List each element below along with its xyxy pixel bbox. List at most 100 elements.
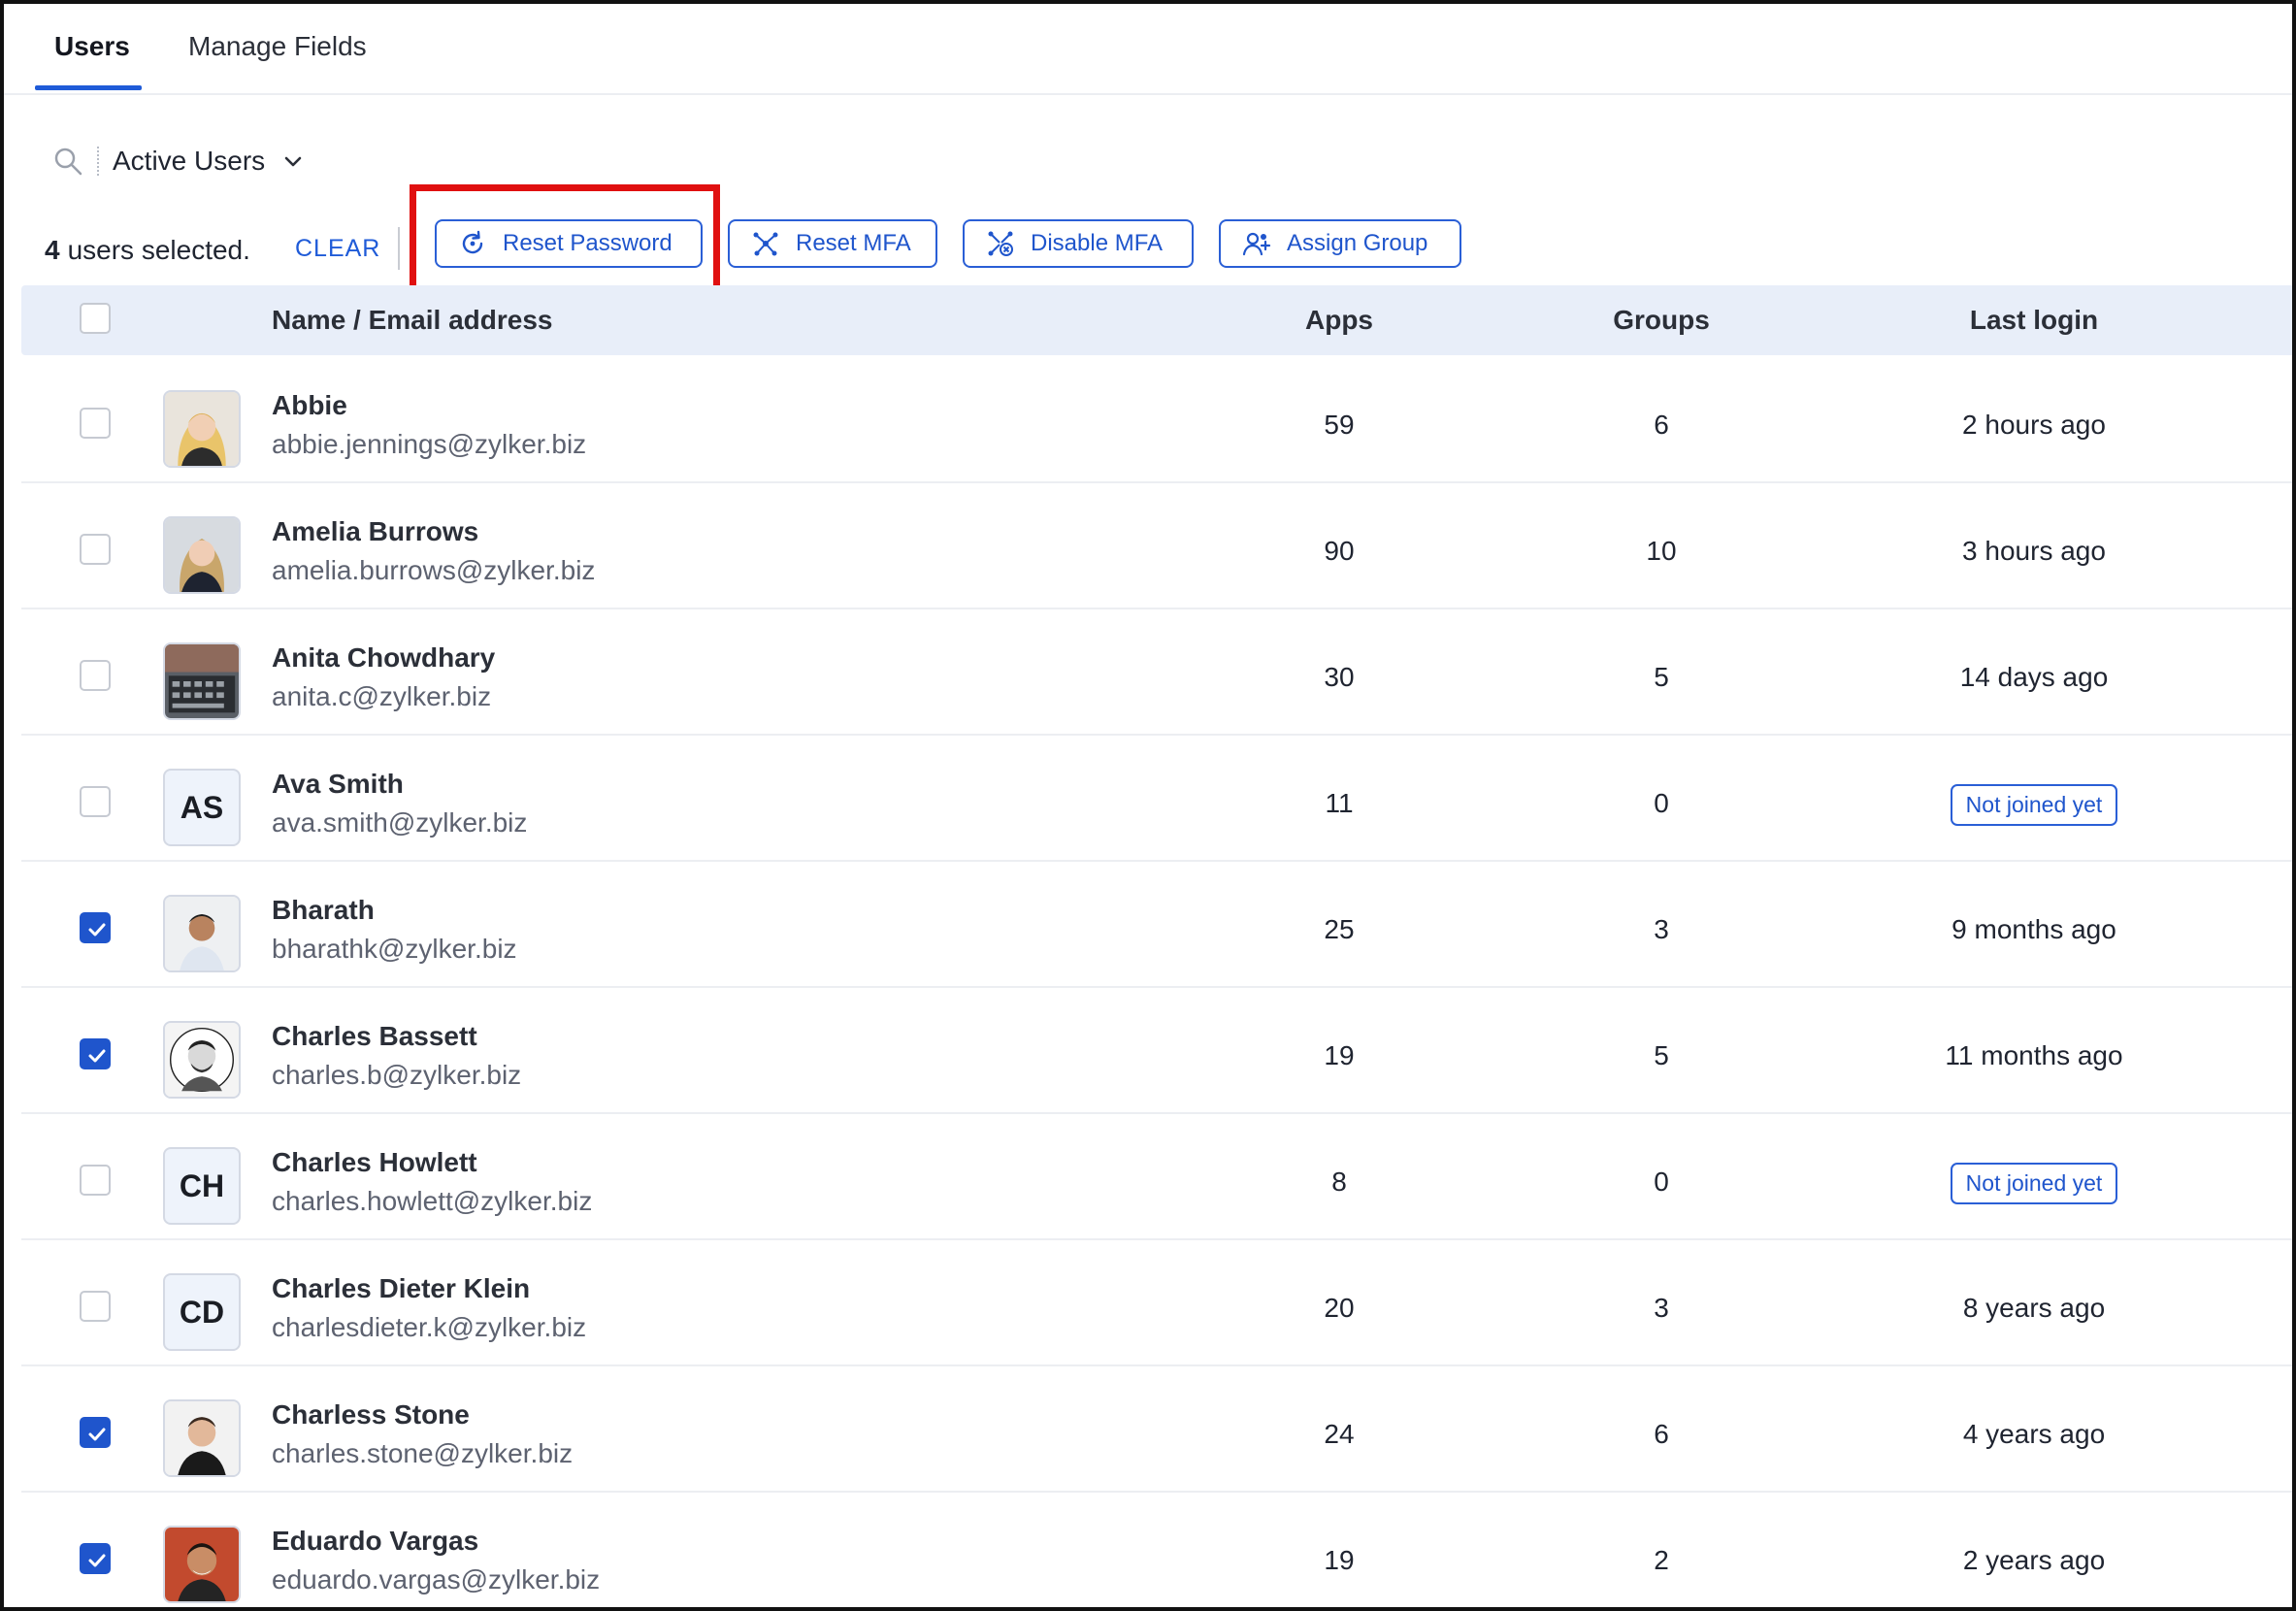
user-filter[interactable]: Active Users — [52, 140, 304, 182]
groups-count: 5 — [1654, 1040, 1669, 1070]
checkmark-icon — [88, 923, 106, 937]
last-login-cell: Not joined yet — [1888, 1163, 2180, 1204]
apps-count: 19 — [1324, 1545, 1355, 1575]
apps-count: 19 — [1324, 1040, 1355, 1070]
last-login: 3 hours ago — [1962, 536, 2106, 566]
tab-bar: Users Manage Fields — [4, 4, 2292, 95]
avatar: CH — [163, 1147, 241, 1225]
groups-count: 10 — [1646, 536, 1677, 566]
selected-text: users selected. — [67, 235, 250, 265]
user-email: charles.b@zylker.biz — [272, 1060, 522, 1090]
clear-selection-link[interactable]: CLEAR — [295, 235, 380, 263]
column-header-groups[interactable]: Groups — [1603, 305, 1720, 336]
assign-group-label: Assign Group — [1287, 230, 1428, 256]
active-tab-indicator — [35, 85, 142, 90]
avatar — [163, 642, 241, 720]
groups-count: 3 — [1654, 914, 1669, 944]
last-login-cell: Not joined yet — [1888, 784, 2180, 826]
user-email: bharathk@zylker.biz — [272, 934, 517, 964]
column-header-apps[interactable]: Apps — [1281, 305, 1397, 336]
toolbar-divider — [398, 227, 400, 270]
row-checkbox[interactable] — [80, 534, 111, 565]
reset-mfa-button[interactable]: Reset MFA — [728, 219, 937, 268]
table-header: Name / Email address Apps Groups Last lo… — [21, 285, 2292, 355]
user-name[interactable]: Abbie — [272, 390, 347, 421]
row-checkbox[interactable] — [80, 660, 111, 691]
last-login: 14 days ago — [1959, 662, 2109, 692]
user-name[interactable]: Charless Stone — [272, 1399, 470, 1430]
row-checkbox[interactable] — [80, 408, 111, 439]
tab-manage-fields[interactable]: Manage Fields — [188, 31, 367, 91]
user-name[interactable]: Ava Smith — [272, 769, 404, 800]
user-email: ava.smith@zylker.biz — [272, 807, 528, 838]
tab-users[interactable]: Users — [54, 31, 130, 91]
avatar — [163, 1526, 241, 1603]
user-email: eduardo.vargas@zylker.biz — [272, 1564, 601, 1595]
user-name[interactable]: Charles Bassett — [272, 1021, 477, 1052]
avatar — [163, 390, 241, 468]
last-login: 11 months ago — [1945, 1040, 2123, 1070]
table-row[interactable]: CD Charles Dieter Klein charlesdieter.k@… — [21, 1240, 2292, 1366]
reset-mfa-label: Reset MFA — [796, 230, 911, 256]
apps-count: 8 — [1331, 1167, 1347, 1197]
groups-count: 0 — [1654, 788, 1669, 818]
assign-group-button[interactable]: Assign Group — [1219, 219, 1461, 268]
avatar — [163, 516, 241, 594]
avatar: CD — [163, 1273, 241, 1351]
row-checkbox[interactable] — [80, 1165, 111, 1196]
reset-password-icon — [458, 229, 487, 258]
table-row[interactable]: Amelia Burrows amelia.burrows@zylker.biz… — [21, 483, 2292, 609]
apps-count: 25 — [1324, 914, 1355, 944]
user-email: abbie.jennings@zylker.biz — [272, 429, 587, 459]
apps-count: 90 — [1324, 536, 1355, 566]
table-row[interactable]: Anita Chowdhary anita.c@zylker.biz 30 5 … — [21, 609, 2292, 736]
row-checkbox[interactable] — [80, 1543, 111, 1574]
disable-mfa-button[interactable]: Disable MFA — [963, 219, 1194, 268]
table-row[interactable]: Charless Stone charles.stone@zylker.biz … — [21, 1366, 2292, 1493]
groups-count: 0 — [1654, 1167, 1669, 1197]
filter-dropdown-label[interactable]: Active Users — [113, 146, 265, 177]
column-header-name[interactable]: Name / Email address — [272, 305, 552, 336]
user-name[interactable]: Amelia Burrows — [272, 516, 478, 547]
user-name[interactable]: Charles Howlett — [272, 1147, 477, 1178]
reset-password-label: Reset Password — [503, 230, 672, 256]
disable-mfa-icon — [986, 229, 1015, 258]
search-icon[interactable] — [52, 146, 83, 177]
table-row[interactable]: CH Charles Howlett charles.howlett@zylke… — [21, 1114, 2292, 1240]
groups-count: 5 — [1654, 662, 1669, 692]
table-row[interactable]: Eduardo Vargas eduardo.vargas@zylker.biz… — [21, 1493, 2292, 1607]
row-checkbox[interactable] — [80, 912, 111, 943]
chevron-down-icon[interactable] — [282, 150, 304, 172]
avatar — [163, 1399, 241, 1477]
select-all-checkbox[interactable] — [80, 303, 111, 334]
column-header-last-login[interactable]: Last login — [1888, 305, 2180, 336]
row-checkbox[interactable] — [80, 1291, 111, 1322]
selection-summary: 4 users selected. — [45, 229, 250, 272]
reset-mfa-icon — [751, 229, 780, 258]
table-row[interactable]: Charles Bassett charles.b@zylker.biz 19 … — [21, 988, 2292, 1114]
apps-count: 11 — [1325, 788, 1354, 818]
groups-count: 6 — [1654, 1419, 1669, 1449]
table-row[interactable]: Abbie abbie.jennings@zylker.biz 59 6 2 h… — [21, 357, 2292, 483]
disable-mfa-label: Disable MFA — [1031, 230, 1164, 256]
user-name[interactable]: Eduardo Vargas — [272, 1526, 478, 1557]
user-name[interactable]: Anita Chowdhary — [272, 642, 495, 674]
last-login: 2 years ago — [1962, 1545, 2106, 1575]
row-checkbox[interactable] — [80, 1417, 111, 1448]
filter-divider — [97, 147, 99, 176]
table-row[interactable]: Bharath bharathk@zylker.biz 25 3 9 month… — [21, 862, 2292, 988]
user-email: anita.c@zylker.biz — [272, 681, 492, 711]
row-checkbox[interactable] — [80, 786, 111, 817]
user-email: charles.howlett@zylker.biz — [272, 1186, 593, 1216]
user-name[interactable]: Charles Dieter Klein — [272, 1273, 530, 1304]
reset-password-button[interactable]: Reset Password — [435, 219, 703, 268]
avatar: AS — [163, 769, 241, 846]
checkmark-icon — [88, 1049, 106, 1063]
user-name[interactable]: Bharath — [272, 895, 375, 926]
last-login: 9 months ago — [1952, 914, 2116, 944]
row-checkbox[interactable] — [80, 1038, 111, 1069]
table-row[interactable]: AS Ava Smith ava.smith@zylker.biz 11 0 N… — [21, 736, 2292, 862]
user-email: amelia.burrows@zylker.biz — [272, 555, 596, 585]
groups-count: 2 — [1654, 1545, 1669, 1575]
checkmark-icon — [88, 1428, 106, 1441]
